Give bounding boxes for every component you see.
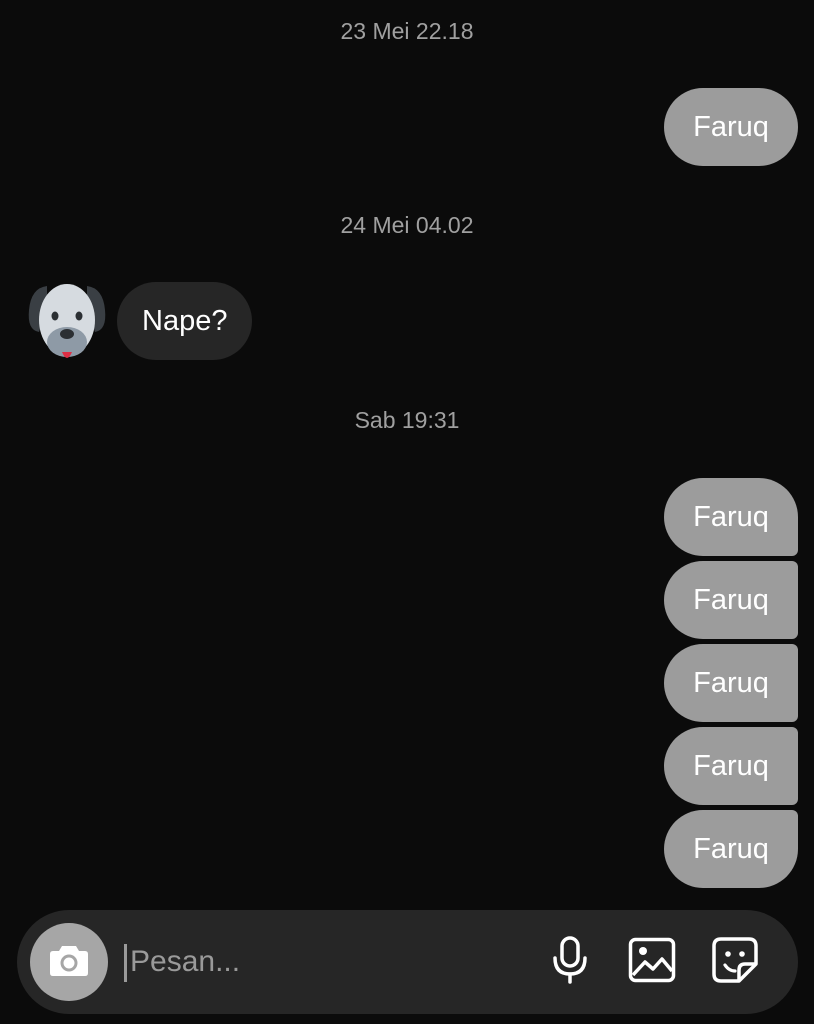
sticker-button[interactable] — [709, 936, 761, 988]
timestamp-divider: 24 Mei 04.02 — [340, 212, 474, 238]
incoming-message[interactable]: Nape? — [117, 282, 253, 360]
image-icon — [628, 937, 676, 988]
outgoing-message[interactable]: Faruq — [664, 561, 798, 639]
outgoing-message[interactable]: Faruq — [664, 644, 798, 722]
message-input[interactable] — [124, 936, 524, 988]
outgoing-message[interactable]: Faruq — [664, 88, 798, 166]
gallery-button[interactable] — [626, 936, 678, 988]
microphone-button[interactable] — [544, 935, 596, 989]
microphone-icon — [550, 935, 590, 989]
outgoing-message[interactable]: Faruq — [664, 810, 798, 888]
timestamp-divider: Sab 19:31 — [354, 407, 460, 433]
camera-button[interactable] — [30, 923, 108, 1001]
dog-face-icon[interactable] — [25, 280, 109, 364]
outgoing-message[interactable]: Faruq — [664, 727, 798, 805]
camera-icon — [49, 943, 89, 982]
sticker-icon — [711, 936, 759, 989]
message-composer — [17, 910, 798, 1014]
timestamp-divider: 23 Mei 22.18 — [340, 18, 474, 44]
outgoing-message[interactable]: Faruq — [664, 478, 798, 556]
